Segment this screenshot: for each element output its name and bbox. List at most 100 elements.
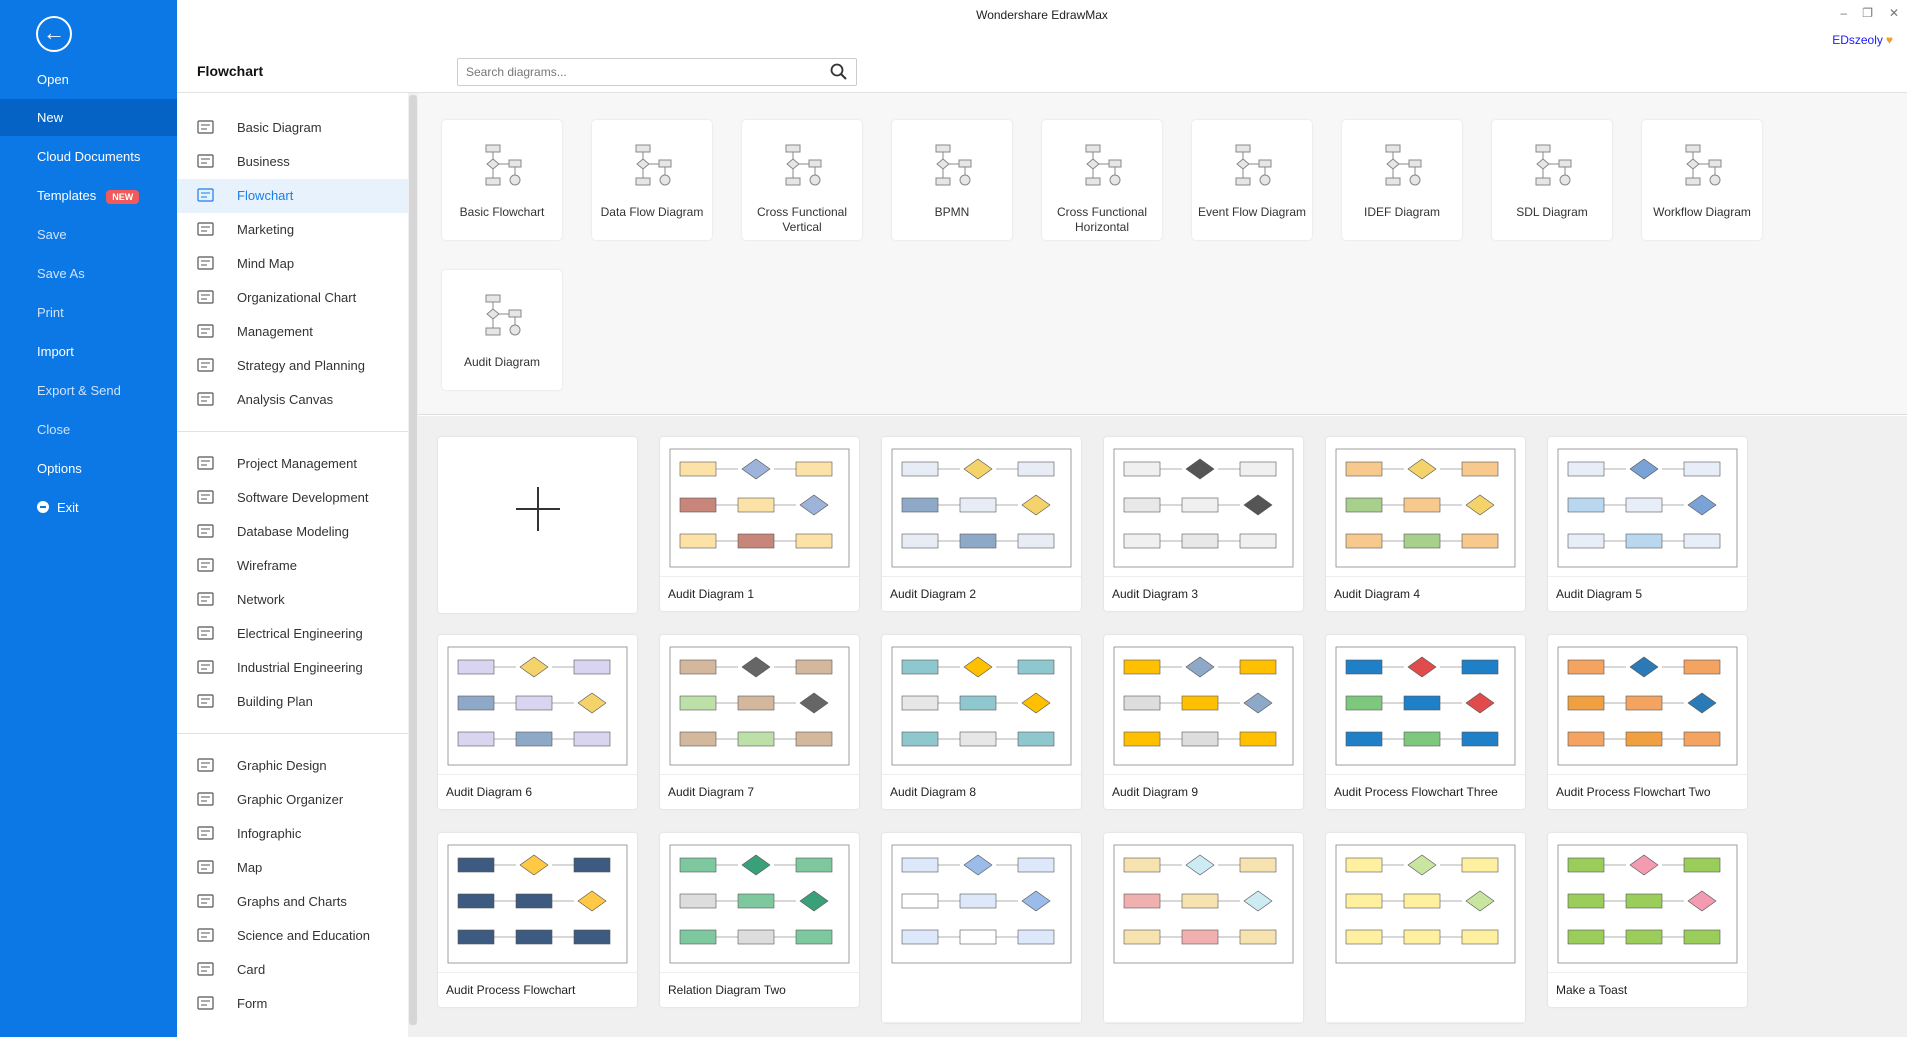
restore-button[interactable]: ❐ (1862, 6, 1873, 20)
nav-item-close[interactable]: Close (0, 411, 177, 448)
category-divider (177, 733, 408, 734)
category-graphic-organizer[interactable]: Graphic Organizer (177, 783, 408, 817)
template-card[interactable]: Audit Diagram 1 (660, 437, 859, 611)
close-button[interactable]: ✕ (1889, 6, 1899, 20)
template-thumbnail (1326, 833, 1525, 1023)
user-account[interactable]: EDszeoly ♥ (1832, 33, 1893, 47)
nav-item-new[interactable]: New (0, 99, 177, 136)
scrollbar-thumb[interactable] (409, 95, 417, 1025)
template-thumbnail (1326, 635, 1525, 775)
category-analysis-canvas[interactable]: Analysis Canvas (177, 383, 408, 417)
category-graphic-design[interactable]: Graphic Design (177, 749, 408, 783)
nav-item-options[interactable]: Options (0, 450, 177, 487)
nav-item-save-as[interactable]: Save As (0, 255, 177, 292)
category-marketing[interactable]: Marketing (177, 213, 408, 247)
category-strategy-and-planning[interactable]: Strategy and Planning (177, 349, 408, 383)
template-title: Audit Process Flowchart Two (1556, 785, 1711, 799)
template-card[interactable]: Audit Diagram 3 (1104, 437, 1303, 611)
template-card[interactable]: Audit Diagram 8 (882, 635, 1081, 809)
template-card[interactable]: Audit Process Flowchart (438, 833, 637, 1007)
category-label: Graphic Organizer (237, 792, 344, 807)
category-map[interactable]: Map (177, 851, 408, 885)
diagram-type-cross-functional-horizontal[interactable]: Cross Functional Horizontal (1042, 120, 1162, 240)
sdl-diagram-icon (1535, 144, 1572, 186)
category-database-modeling[interactable]: Database Modeling (177, 515, 408, 549)
template-preview-graphic (1113, 646, 1294, 766)
category-management[interactable]: Management (177, 315, 408, 349)
template-gallery: Audit Diagram 1 Audit Diagram 2 Audit Diag… (418, 416, 1907, 1037)
category-mind-map[interactable]: Mind Map (177, 247, 408, 281)
category-flowchart[interactable]: Flowchart (177, 179, 408, 213)
nav-item-print[interactable]: Print (0, 294, 177, 331)
template-thumbnail (1104, 437, 1303, 577)
category-scrollbar[interactable] (408, 93, 418, 1037)
back-button[interactable]: ← (36, 16, 72, 52)
category-industrial-engineering[interactable]: Industrial Engineering (177, 651, 408, 685)
template-card[interactable] (1326, 833, 1525, 1023)
blank-template[interactable] (438, 437, 637, 613)
search-input[interactable] (458, 59, 818, 85)
category-label: Analysis Canvas (237, 392, 334, 407)
nav-item-open[interactable]: Open (0, 61, 177, 98)
search-box[interactable] (457, 58, 857, 86)
nav-item-import[interactable]: Import (0, 333, 177, 370)
template-card[interactable]: Audit Process Flowchart Two (1548, 635, 1747, 809)
marketing-icon (197, 222, 214, 236)
nav-item-save[interactable]: Save (0, 216, 177, 253)
template-card[interactable]: Audit Diagram 5 (1548, 437, 1747, 611)
nav-item-label: Save As (37, 266, 85, 281)
diagram-type-data-flow-diagram[interactable]: Data Flow Diagram (592, 120, 712, 240)
category-building-plan[interactable]: Building Plan (177, 685, 408, 719)
diagram-type-workflow-diagram[interactable]: Workflow Diagram (1642, 120, 1762, 240)
template-card[interactable]: Audit Diagram 6 (438, 635, 637, 809)
category-label: Software Development (237, 490, 369, 505)
template-card[interactable]: Audit Diagram 2 (882, 437, 1081, 611)
nav-item-cloud-documents[interactable]: Cloud Documents (0, 138, 177, 175)
category-basic-diagram[interactable]: Basic Diagram (177, 111, 408, 145)
template-card[interactable] (882, 833, 1081, 1023)
template-card[interactable]: Relation Diagram Two (660, 833, 859, 1007)
new-badge: NEW (106, 189, 140, 204)
plus-icon (516, 487, 560, 531)
diagram-type-audit-diagram[interactable]: Audit Diagram (442, 270, 562, 390)
template-card[interactable] (1104, 833, 1303, 1023)
minimize-button[interactable]: – (1840, 6, 1847, 20)
category-network[interactable]: Network (177, 583, 408, 617)
template-card[interactable]: Audit Diagram 4 (1326, 437, 1525, 611)
category-software-development[interactable]: Software Development (177, 481, 408, 515)
nav-item-templates[interactable]: Templates NEW (0, 177, 177, 214)
category-science-and-education[interactable]: Science and Education (177, 919, 408, 953)
diagram-type-sdl-diagram[interactable]: SDL Diagram (1492, 120, 1612, 240)
nav-item-exit[interactable]: Exit (0, 489, 177, 526)
template-card[interactable]: Audit Diagram 7 (660, 635, 859, 809)
username: EDszeoly (1832, 33, 1883, 47)
nav-item-export-and-send[interactable]: Export & Send (0, 372, 177, 409)
diagram-type-basic-flowchart[interactable]: Basic Flowchart (442, 120, 562, 240)
search-icon[interactable] (830, 63, 848, 81)
diagram-type-cross-functional-vertical[interactable]: Cross Functional Vertical (742, 120, 862, 240)
category-wireframe[interactable]: Wireframe (177, 549, 408, 583)
diagram-type-label: BPMN (934, 205, 970, 219)
template-card[interactable]: Make a Toast (1548, 833, 1747, 1007)
form-icon (197, 996, 214, 1010)
category-label: Science and Education (237, 928, 370, 943)
template-thumbnail (438, 635, 637, 775)
template-card[interactable]: Audit Diagram 9 (1104, 635, 1303, 809)
template-thumbnail (660, 437, 859, 577)
diagram-type-event-flow-diagram[interactable]: Event Flow Diagram (1192, 120, 1312, 240)
template-card[interactable]: Audit Process Flowchart Three (1326, 635, 1525, 809)
category-label: Database Modeling (237, 524, 350, 539)
category-infographic[interactable]: Infographic (177, 817, 408, 851)
diagram-type-bpmn[interactable]: BPMN (892, 120, 1012, 240)
database-modeling-icon (197, 524, 214, 538)
category-electrical-engineering[interactable]: Electrical Engineering (177, 617, 408, 651)
category-card[interactable]: Card (177, 953, 408, 987)
nav-item-label: Cloud Documents (37, 149, 141, 164)
category-business[interactable]: Business (177, 145, 408, 179)
category-graphs-and-charts[interactable]: Graphs and Charts (177, 885, 408, 919)
category-project-management[interactable]: Project Management (177, 447, 408, 481)
category-organizational-chart[interactable]: Organizational Chart (177, 281, 408, 315)
diagram-type-label: Event Flow Diagram (1197, 205, 1307, 219)
category-form[interactable]: Form (177, 987, 408, 1021)
diagram-type-idef-diagram[interactable]: IDEF Diagram (1342, 120, 1462, 240)
